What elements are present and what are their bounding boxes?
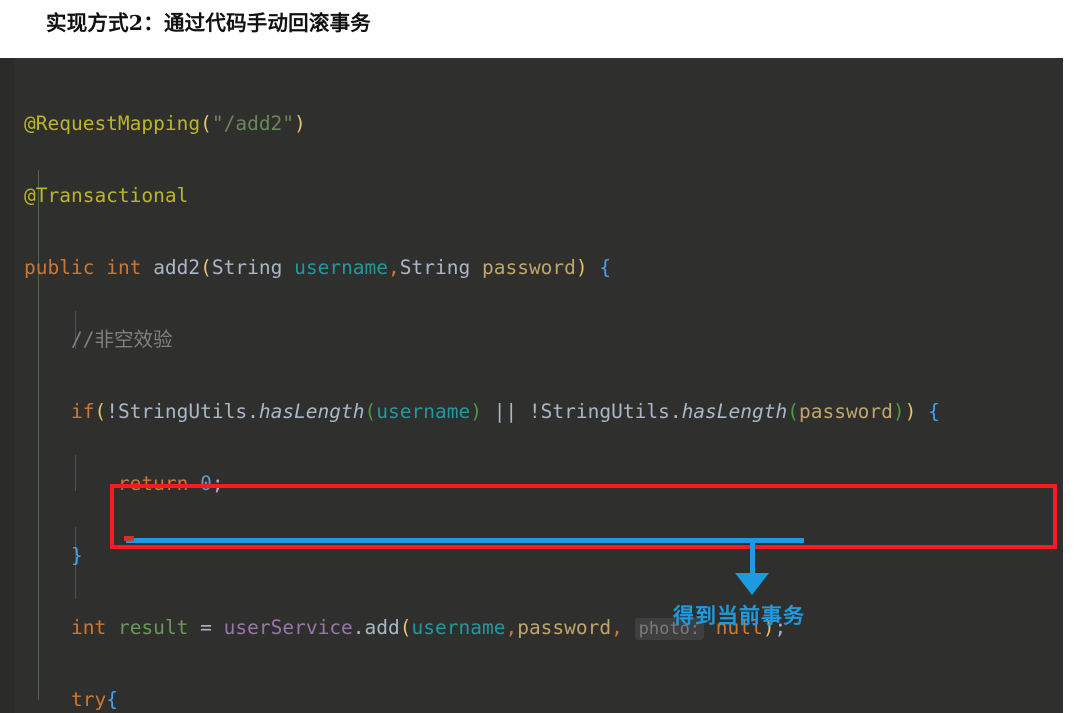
token-paren-close-if: ) <box>904 400 917 423</box>
token-op-not-2: ! <box>528 400 541 423</box>
token-type-stringutils-1: StringUtils <box>117 400 248 423</box>
token-comment-nonnull: //非空效验 <box>70 328 173 351</box>
token-param-password-1: password <box>481 256 576 279</box>
token-number-zero: 0 <box>200 472 212 495</box>
token-brace-open-if: { <box>928 400 940 423</box>
token-keyword-try: try <box>70 688 107 711</box>
blue-underline <box>126 538 804 543</box>
token-keyword-public: public <box>24 256 95 279</box>
code-line-9: try{ <box>24 682 940 713</box>
token-method-add2: add2 <box>153 256 201 279</box>
token-type-stringutils-2: StringUtils <box>540 400 670 423</box>
token-comma-2: , <box>505 616 518 639</box>
token-paren-open-if: ( <box>94 400 107 423</box>
token-string-path: "/add2" <box>211 112 295 135</box>
code-line-4: //非空效验 <box>24 322 940 358</box>
token-keyword-return-1: return <box>117 472 189 495</box>
token-op-not-1: ! <box>106 400 118 423</box>
token-keyword-int-2: int <box>70 616 107 639</box>
editor-gutter <box>0 58 14 713</box>
code-right-margin <box>1063 58 1084 713</box>
token-field-userservice: userService <box>223 616 353 639</box>
token-method-haslength-1: hasLength <box>258 400 365 423</box>
token-paren-open: ( <box>200 112 212 135</box>
code-line-3: public int add2(String username,String p… <box>24 250 940 286</box>
token-paren-close-2: ) <box>575 256 588 279</box>
code-line-2: @Transactional <box>24 178 940 214</box>
token-annotation-transactional: @Transactional <box>24 184 189 207</box>
token-brace-close-if: } <box>70 544 83 567</box>
token-brace-open-method: { <box>599 256 612 279</box>
token-paren-open-hl2: ( <box>787 400 799 423</box>
token-type-string-1: String <box>211 256 283 279</box>
token-type-string-2: String <box>399 256 471 279</box>
token-keyword-int: int <box>106 256 142 279</box>
token-comma-1: , <box>388 256 400 279</box>
token-annotation-requestmapping: @RequestMapping <box>24 112 201 135</box>
page-title: 实现方式2：通过代码手动回滚事务 <box>46 11 371 35</box>
token-paren-open-add: ( <box>399 616 412 639</box>
token-param-password-2: password <box>798 400 893 423</box>
token-dot-1: . <box>247 400 259 423</box>
token-dot-2: . <box>669 400 682 423</box>
token-method-haslength-2: hasLength <box>681 400 788 423</box>
page-root: 实现方式2：通过代码手动回滚事务 @RequestMapping("/add2"… <box>0 0 1084 713</box>
token-param-username-3: username <box>411 616 506 639</box>
token-paren-open-2: ( <box>200 256 212 279</box>
code-line-1: @RequestMapping("/add2") <box>24 106 940 142</box>
token-paren-open-hl1: ( <box>364 400 377 423</box>
token-dot-3: . <box>352 616 365 639</box>
code-line-5: if(!StringUtils.hasLength(username) || !… <box>24 394 940 430</box>
token-param-username-1: username <box>294 256 389 279</box>
token-var-result-decl: result <box>117 616 189 639</box>
token-param-password-3: password <box>517 616 612 639</box>
token-paren-close-hl1: ) <box>470 400 482 423</box>
code-line-6: return 0; <box>24 466 940 502</box>
underline-start-marker <box>124 536 134 541</box>
token-op-or: || <box>493 400 518 423</box>
token-method-add: add <box>364 616 400 639</box>
token-paren-close-hl2: ) <box>892 400 905 423</box>
token-op-assign-1: = <box>200 616 212 639</box>
token-paren-close: ) <box>294 112 306 135</box>
callout-label: 得到当前事务 <box>673 603 805 628</box>
code-line-7: } <box>24 538 940 574</box>
token-keyword-if: if <box>70 400 95 423</box>
token-brace-open-try: { <box>106 688 118 711</box>
token-param-username-2: username <box>376 400 471 423</box>
callout-arrow-head-icon <box>735 573 769 595</box>
code-editor-block: @RequestMapping("/add2") @Transactional … <box>0 58 1084 713</box>
token-comma-3: , <box>611 616 623 639</box>
token-semicolon-1: ; <box>211 472 224 495</box>
